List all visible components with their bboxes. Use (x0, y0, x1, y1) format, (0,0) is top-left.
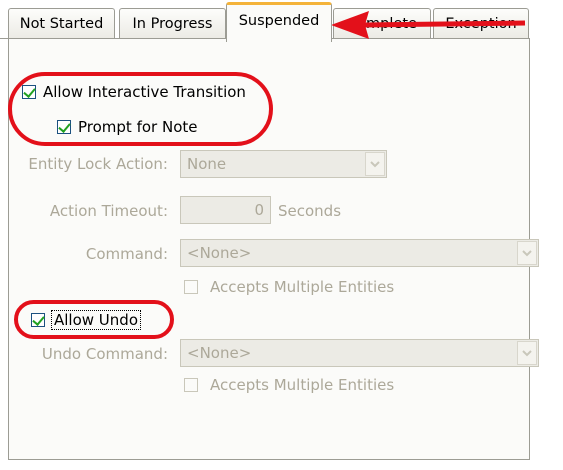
tab-suspended[interactable]: Suspended (226, 2, 332, 42)
entity-lock-action-label-row: Entity Lock Action: (10, 155, 168, 173)
chevron-down-icon[interactable] (365, 152, 385, 176)
undo-command-accepts-multiple-row[interactable]: Accepts Multiple Entities (184, 376, 394, 394)
undo-command-value: <None> (187, 344, 252, 362)
undo-command-accepts-multiple-label: Accepts Multiple Entities (210, 376, 395, 394)
command-value: <None> (187, 244, 252, 262)
undo-command-label: Undo Command: (41, 345, 168, 363)
entity-lock-action-dropdown[interactable]: None (180, 150, 387, 178)
highlight-circle-allow-undo (14, 300, 174, 339)
action-timeout-unit: Seconds (278, 202, 342, 220)
action-timeout-label-row: Action Timeout: (10, 202, 168, 220)
action-timeout-unit-row: Seconds (278, 202, 341, 220)
red-arrow-left-icon (331, 11, 526, 39)
highlight-circle-transition (8, 72, 273, 146)
undo-command-label-row: Undo Command: (10, 345, 168, 363)
command-label: Command: (85, 245, 168, 263)
chevron-down-icon[interactable] (517, 241, 537, 265)
command-accepts-multiple-checkbox[interactable] (184, 280, 198, 294)
entity-lock-action-value: None (187, 155, 227, 173)
action-timeout-label: Action Timeout: (49, 202, 168, 220)
tab-in-progress[interactable]: In Progress (119, 8, 226, 38)
tab-not-started[interactable]: Not Started (8, 8, 115, 38)
action-timeout-input[interactable]: 0 (180, 196, 271, 224)
command-label-row: Command: (10, 245, 168, 263)
command-dropdown[interactable]: <None> (180, 239, 539, 267)
action-timeout-value: 0 (254, 201, 264, 219)
entity-lock-action-label: Entity Lock Action: (28, 155, 168, 173)
undo-command-accepts-multiple-checkbox[interactable] (184, 378, 198, 392)
chevron-down-icon[interactable] (517, 341, 537, 365)
command-accepts-multiple-row[interactable]: Accepts Multiple Entities (184, 278, 394, 296)
undo-command-dropdown[interactable]: <None> (180, 339, 539, 367)
command-accepts-multiple-label: Accepts Multiple Entities (210, 278, 395, 296)
